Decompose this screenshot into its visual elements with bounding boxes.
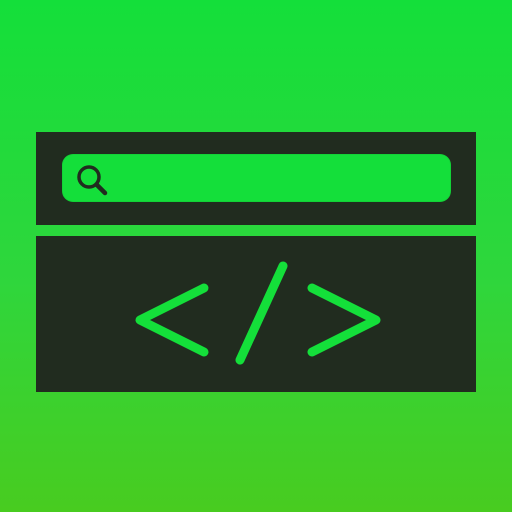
code-brackets-icon <box>135 261 381 365</box>
left-angle-bracket <box>135 283 209 357</box>
search-icon[interactable] <box>72 160 112 200</box>
slash <box>235 261 288 365</box>
code-panel <box>36 236 476 392</box>
search-input[interactable] <box>118 154 439 202</box>
search-bar[interactable] <box>62 154 451 202</box>
search-panel <box>36 132 476 225</box>
right-angle-bracket <box>307 283 381 357</box>
